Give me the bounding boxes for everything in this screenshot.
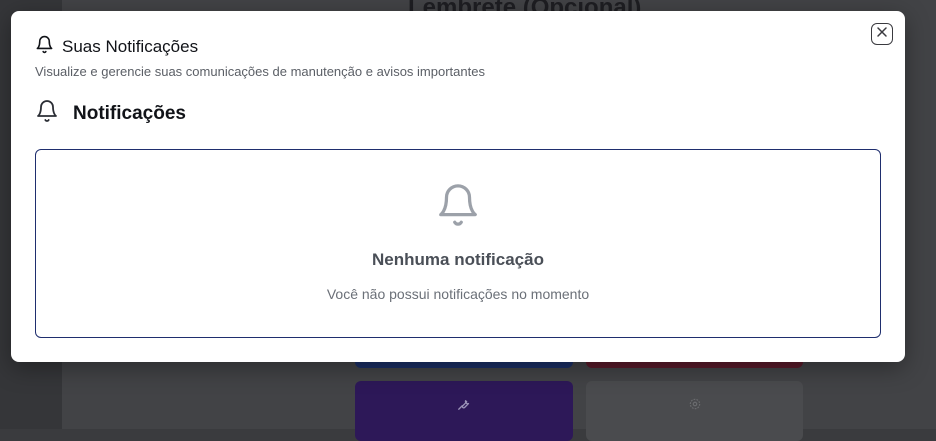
gear-icon [688, 397, 702, 414]
bell-icon [35, 99, 59, 128]
close-icon [876, 25, 888, 43]
modal-description: Visualize e gerencie suas comunicações d… [35, 64, 485, 79]
wrench-icon [457, 397, 471, 414]
close-button[interactable] [871, 23, 893, 45]
background-tile-gray [586, 381, 803, 441]
section-title: Notificações [73, 102, 186, 124]
modal-header: Suas Notificações [35, 35, 198, 59]
empty-state-card: Nenhuma notificação Você não possui noti… [35, 149, 881, 338]
section-header: Notificações [35, 99, 186, 128]
modal-title: Suas Notificações [62, 37, 199, 56]
empty-state-subtitle: Você não possui notificações no momento [326, 286, 590, 302]
notifications-modal: Suas Notificações Visualize e gerencie s… [11, 11, 905, 362]
bell-icon [35, 35, 54, 59]
empty-state-title: Nenhuma notificação [372, 250, 544, 269]
background-tile-purple [355, 381, 573, 441]
bell-icon [435, 182, 481, 233]
